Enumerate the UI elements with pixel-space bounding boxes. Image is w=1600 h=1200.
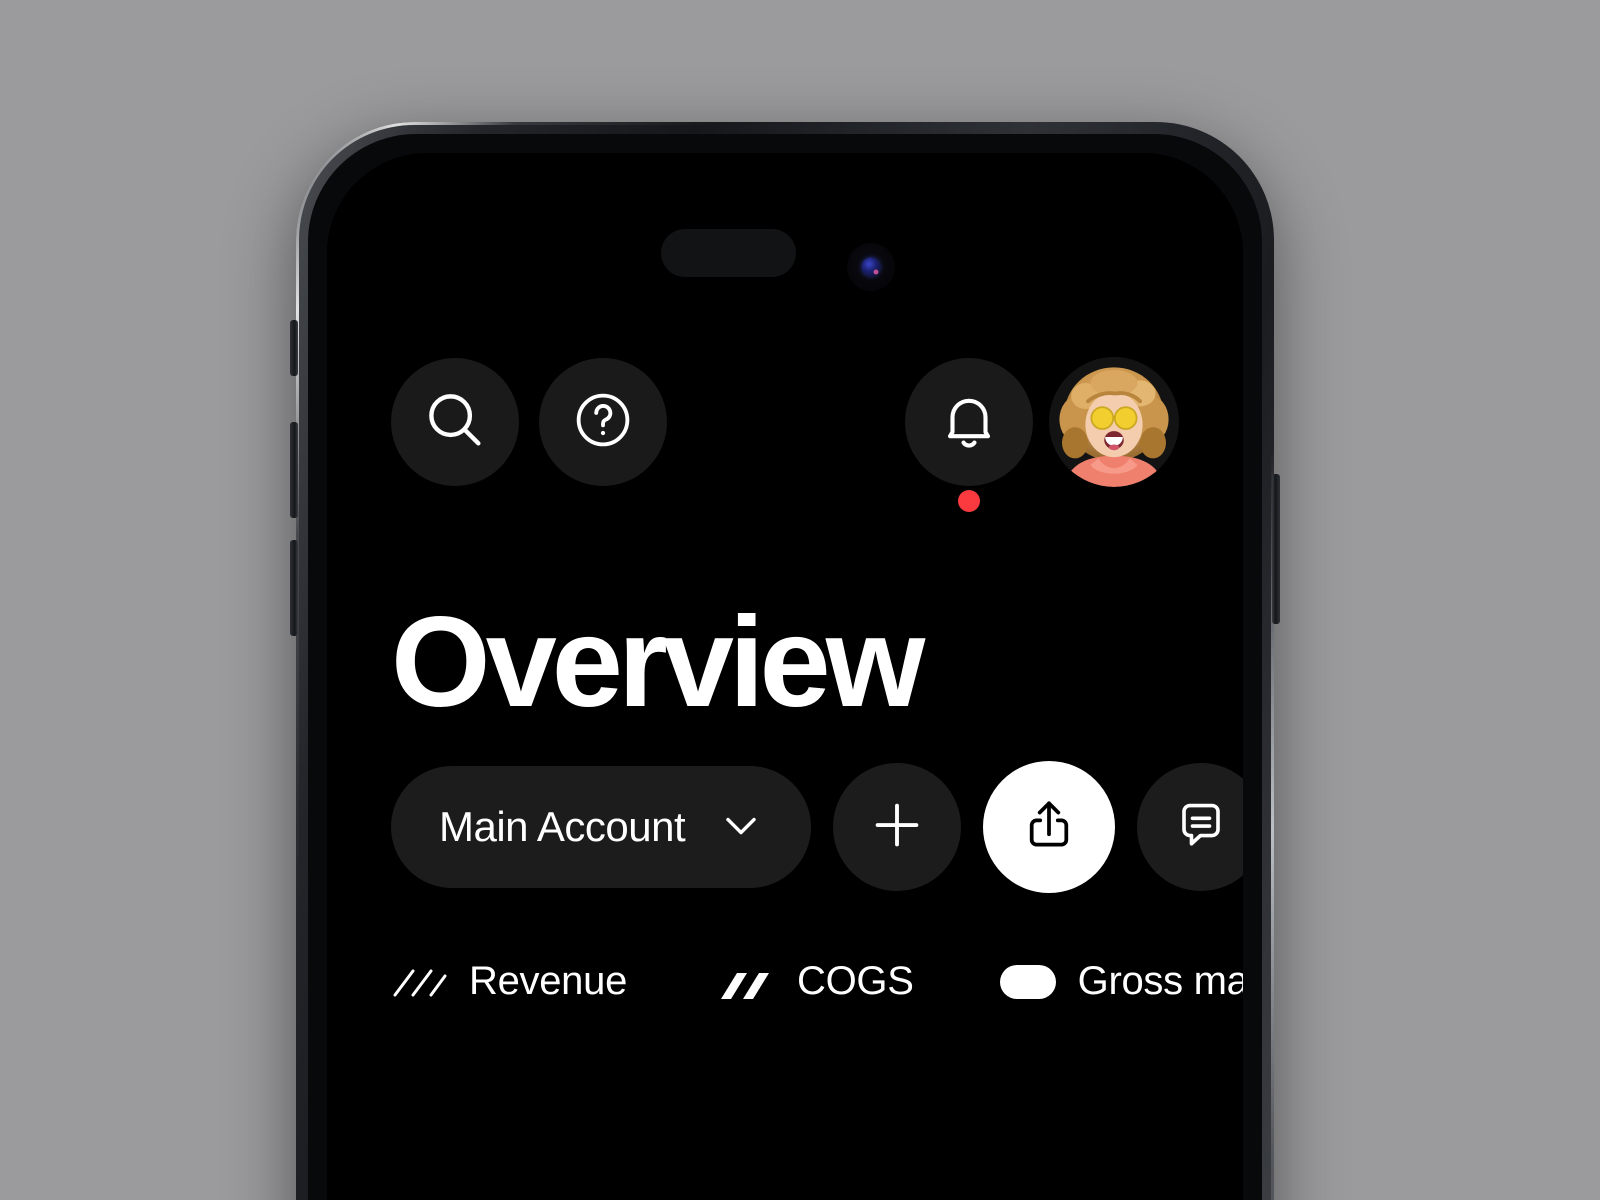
- chat-button[interactable]: [1137, 763, 1243, 891]
- share-icon: [1018, 794, 1080, 861]
- question-mark-icon: [569, 386, 637, 459]
- legend-swatch-solid-pill: [999, 964, 1056, 999]
- action-side-button[interactable]: [290, 320, 298, 376]
- chart-bar-revenue: [327, 1145, 517, 1200]
- search-button[interactable]: [391, 358, 519, 486]
- chart-area: [327, 1105, 1243, 1200]
- share-button[interactable]: [983, 761, 1116, 893]
- page-title: Overview: [391, 591, 925, 734]
- avatar[interactable]: [1049, 357, 1179, 487]
- account-selector-label: Main Account: [439, 803, 686, 850]
- legend-label-gross-margin: Gross margi: [1077, 959, 1243, 1003]
- phone-frame: Overview Main Account Revenue COGS Gross…: [290, 122, 1280, 1200]
- notification-badge: [958, 490, 980, 512]
- notifications-button[interactable]: [905, 358, 1033, 512]
- volume-down-button[interactable]: [290, 540, 298, 636]
- top-bar: [391, 357, 1179, 512]
- chart-legend: Revenue COGS Gross ma: [391, 959, 1243, 1004]
- legend-item-cogs: COGS: [719, 959, 914, 1004]
- search-icon: [420, 385, 490, 460]
- volume-up-button[interactable]: [290, 422, 298, 518]
- bell-icon: [936, 387, 1002, 458]
- legend-item-revenue: Revenue: [391, 959, 627, 1004]
- chevron-down-icon: [715, 799, 767, 856]
- plus-icon: [866, 794, 928, 861]
- top-bar-right-group: [905, 357, 1179, 512]
- chat-bubble-icon: [1171, 795, 1231, 860]
- legend-swatch-thick-stripes: [719, 965, 775, 999]
- power-button[interactable]: [1272, 474, 1280, 624]
- legend-swatch-thin-hatch: [391, 965, 447, 999]
- phone-inner-bezel: Overview Main Account Revenue COGS Gross…: [308, 134, 1262, 1200]
- help-button[interactable]: [539, 358, 667, 486]
- legend-item-gross-margin: Gross margi: [999, 959, 1243, 1004]
- chart-svg: [327, 1105, 1243, 1200]
- legend-label-cogs: COGS: [797, 959, 914, 1003]
- top-bar-left-group: [391, 358, 667, 486]
- app-content: Overview Main Account Revenue COGS Gross…: [327, 153, 1243, 1200]
- legend-label-revenue: Revenue: [469, 959, 628, 1003]
- action-row: Main Account: [391, 761, 1243, 893]
- add-button[interactable]: [833, 763, 962, 891]
- account-selector[interactable]: Main Account: [391, 766, 812, 888]
- phone-screen: Overview Main Account Revenue COGS Gross…: [327, 153, 1243, 1200]
